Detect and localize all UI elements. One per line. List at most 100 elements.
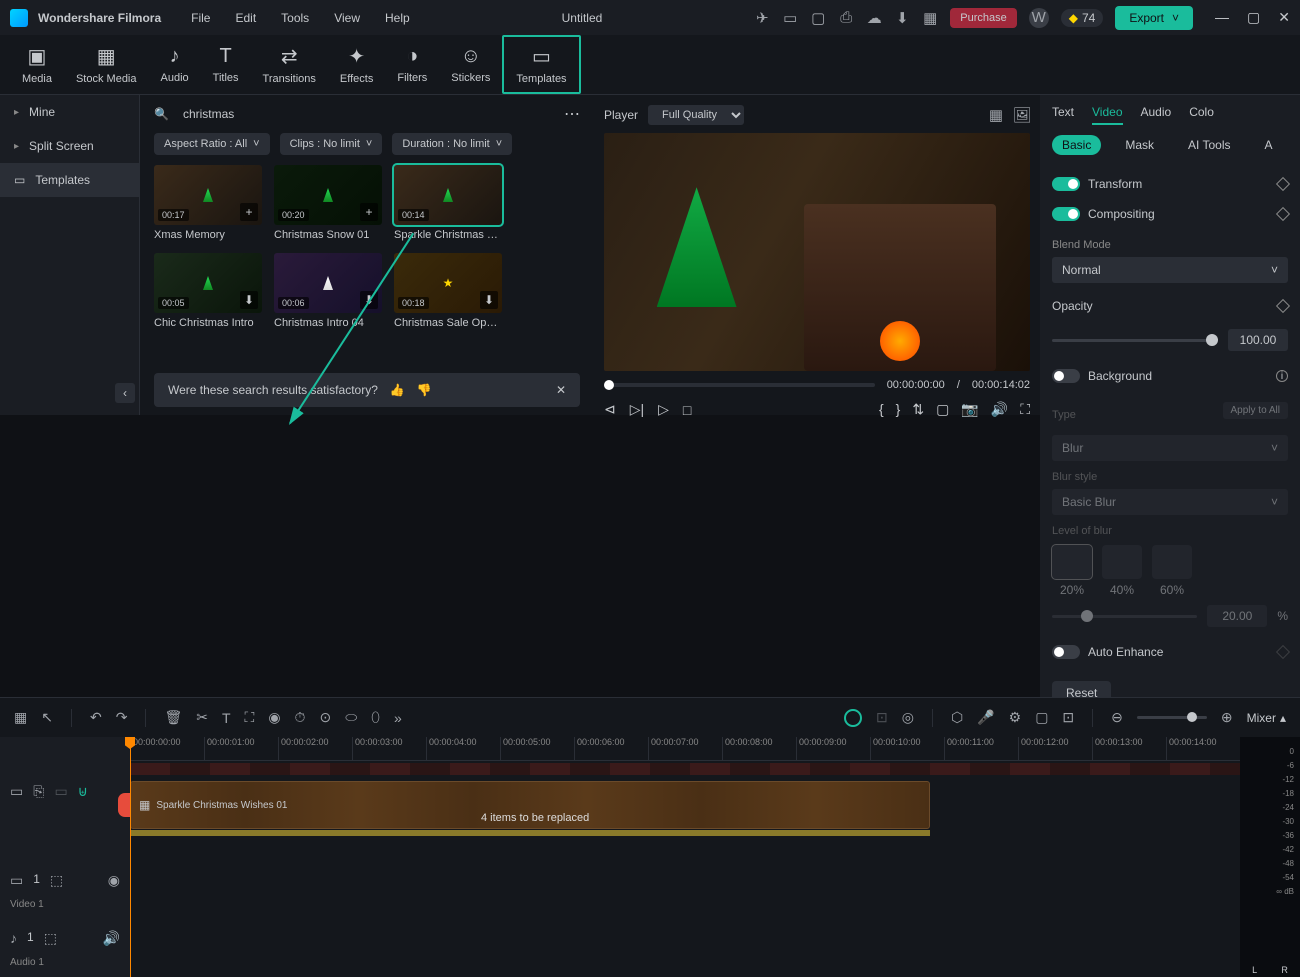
template-card[interactable]: 00:06⬇Christmas Intro 04 xyxy=(274,253,382,329)
subtab-more[interactable]: A xyxy=(1254,135,1282,155)
toggle-auto-enhance[interactable] xyxy=(1052,645,1080,659)
toggle-background[interactable] xyxy=(1052,369,1080,383)
menu-view[interactable]: View xyxy=(334,11,360,25)
collapse-icon[interactable]: ▭ xyxy=(10,783,23,800)
download-icon[interactable]: ⬇ xyxy=(360,291,378,309)
sidebar-split-screen[interactable]: ▸Split Screen xyxy=(0,129,139,163)
close-button[interactable]: ✕ xyxy=(1278,9,1290,26)
toggle-transform[interactable] xyxy=(1052,177,1080,191)
menu-file[interactable]: File xyxy=(191,11,210,25)
tool-media[interactable]: ▣Media xyxy=(10,35,64,94)
save-icon[interactable]: ⎙ xyxy=(838,10,854,26)
blur-style-select[interactable]: Basic Blur˅ xyxy=(1052,489,1288,515)
tool-titles[interactable]: TTitles xyxy=(201,35,251,94)
keyframe-icon[interactable] xyxy=(1276,299,1290,313)
zoom-slider[interactable] xyxy=(1137,716,1207,719)
video-clip[interactable]: ▦ Sparkle Christmas Wishes 01 4 items to… xyxy=(130,781,930,829)
download-icon[interactable]: ⬇ xyxy=(894,10,910,26)
tag-icon[interactable]: ⬭ xyxy=(345,709,357,726)
tab-audio[interactable]: Audio xyxy=(1141,105,1172,125)
download-icon[interactable]: ⬇ xyxy=(240,291,258,309)
color-icon[interactable]: ◉ xyxy=(268,709,280,726)
volume-icon[interactable]: 🔊 xyxy=(991,401,1008,418)
subtab-basic[interactable]: Basic xyxy=(1052,135,1101,155)
snapshot-icon[interactable]: 🖼 xyxy=(1014,107,1030,123)
range-icon[interactable]: ⊡ xyxy=(1062,709,1074,726)
clip-audio-strip[interactable] xyxy=(130,830,930,836)
redo-icon[interactable]: ↷ xyxy=(116,709,128,726)
apply-to-all-button[interactable]: Apply to All xyxy=(1223,402,1288,419)
filter-duration[interactable]: Duration : No limit˅ xyxy=(392,133,512,155)
maximize-button[interactable]: ▢ xyxy=(1247,9,1260,26)
filter-aspect-ratio[interactable]: Aspect Ratio : All˅ xyxy=(154,133,270,155)
thumbs-up-icon[interactable]: 👍 xyxy=(390,383,405,397)
menu-edit[interactable]: Edit xyxy=(235,11,256,25)
record-icon[interactable]: ⊡ xyxy=(876,709,888,726)
tab-text[interactable]: Text xyxy=(1052,105,1074,125)
screen-icon[interactable]: ▢ xyxy=(810,10,826,26)
target-icon[interactable]: ◎ xyxy=(902,709,914,726)
more-icon[interactable]: » xyxy=(394,710,402,726)
minimize-button[interactable]: — xyxy=(1215,9,1229,26)
tool-filters[interactable]: ◑Filters xyxy=(385,35,439,94)
opacity-value[interactable]: 100.00 xyxy=(1228,329,1288,351)
info-icon[interactable]: i xyxy=(1276,370,1288,382)
time-ruler[interactable]: 00:00:00:0000:00:01:0000:00:02:0000:00:0… xyxy=(130,737,1240,761)
grid-icon[interactable]: ▦ xyxy=(14,709,27,726)
mixer-button[interactable]: Mixer▴ xyxy=(1247,711,1286,725)
cloud-icon[interactable]: ☁ xyxy=(866,10,882,26)
mute-icon[interactable]: 🔊 xyxy=(103,930,120,947)
scrub-bar[interactable] xyxy=(604,383,875,387)
blur-preset-40[interactable]: 40% xyxy=(1102,545,1142,597)
zoom-out-icon[interactable]: ⊖ xyxy=(1111,709,1123,726)
magnet-icon[interactable]: ⊎ xyxy=(78,783,88,800)
prev-frame-icon[interactable]: ⊲ xyxy=(604,401,616,418)
lock-track-icon[interactable]: ⬚ xyxy=(50,872,63,889)
playhead[interactable] xyxy=(130,737,131,977)
type-select[interactable]: Blur˅ xyxy=(1052,435,1288,461)
thumbs-down-icon[interactable]: 👎 xyxy=(417,383,432,397)
link-icon[interactable]: ⎘ xyxy=(33,783,44,800)
blur-value[interactable]: 20.00 xyxy=(1207,605,1267,627)
template-card[interactable]: 00:14Sparkle Christmas Wis... xyxy=(394,165,502,241)
tab-color[interactable]: Colo xyxy=(1189,105,1214,125)
visibility-icon[interactable]: ◉ xyxy=(108,872,120,889)
menu-tools[interactable]: Tools xyxy=(281,11,309,25)
tool-transitions[interactable]: ⇄Transitions xyxy=(251,35,328,94)
mark-in-icon[interactable]: { xyxy=(879,401,884,418)
smiley-icon[interactable] xyxy=(844,709,862,727)
lock-icon[interactable]: ▭ xyxy=(54,783,67,800)
blur-slider[interactable] xyxy=(1052,615,1197,618)
blur-preset-20[interactable]: 20% xyxy=(1052,545,1092,597)
sidebar-templates[interactable]: ▭Templates xyxy=(0,163,139,197)
layout-icon[interactable]: ▦ xyxy=(988,107,1004,123)
add-icon[interactable]: + xyxy=(360,203,378,221)
timer-icon[interactable]: ⊙ xyxy=(319,709,331,726)
download-icon[interactable]: ⬇ xyxy=(480,291,498,309)
opacity-slider[interactable] xyxy=(1052,339,1218,342)
device-icon[interactable]: ▭ xyxy=(782,10,798,26)
quality-select[interactable]: Full Quality xyxy=(648,105,744,125)
marker-icon[interactable]: ⬡ xyxy=(951,709,963,726)
blend-mode-select[interactable]: Normal˅ xyxy=(1052,257,1288,283)
timeline-area[interactable]: 00:00:00:0000:00:01:0000:00:02:0000:00:0… xyxy=(130,737,1240,977)
close-icon[interactable]: ✕ xyxy=(556,383,566,397)
options-icon[interactable]: ⇅ xyxy=(912,401,924,418)
speed-icon[interactable]: ⏱ xyxy=(295,709,306,726)
adjust-icon[interactable]: ⚙ xyxy=(1009,709,1022,726)
mark-out-icon[interactable]: } xyxy=(896,401,901,418)
apps-icon[interactable]: ▦ xyxy=(922,10,938,26)
purchase-button[interactable]: Purchase xyxy=(950,8,1016,28)
reset-button[interactable]: Reset xyxy=(1052,681,1111,697)
toggle-compositing[interactable] xyxy=(1052,207,1080,221)
video-track-icon[interactable]: ▭ xyxy=(10,872,23,889)
template-card[interactable]: 00:20+Christmas Snow 01 xyxy=(274,165,382,241)
lock-track-icon[interactable]: ⬚ xyxy=(44,930,57,947)
play-backward-icon[interactable]: ▷| xyxy=(630,401,644,418)
zoom-in-icon[interactable]: ⊕ xyxy=(1221,709,1233,726)
template-card[interactable]: 00:17+Xmas Memory xyxy=(154,165,262,241)
crop-icon[interactable]: ⛶ xyxy=(245,709,255,726)
play-icon[interactable]: ▷ xyxy=(658,401,669,418)
nav-back-button[interactable]: ‹ xyxy=(115,383,135,403)
keyframe-icon[interactable] xyxy=(1276,177,1290,191)
